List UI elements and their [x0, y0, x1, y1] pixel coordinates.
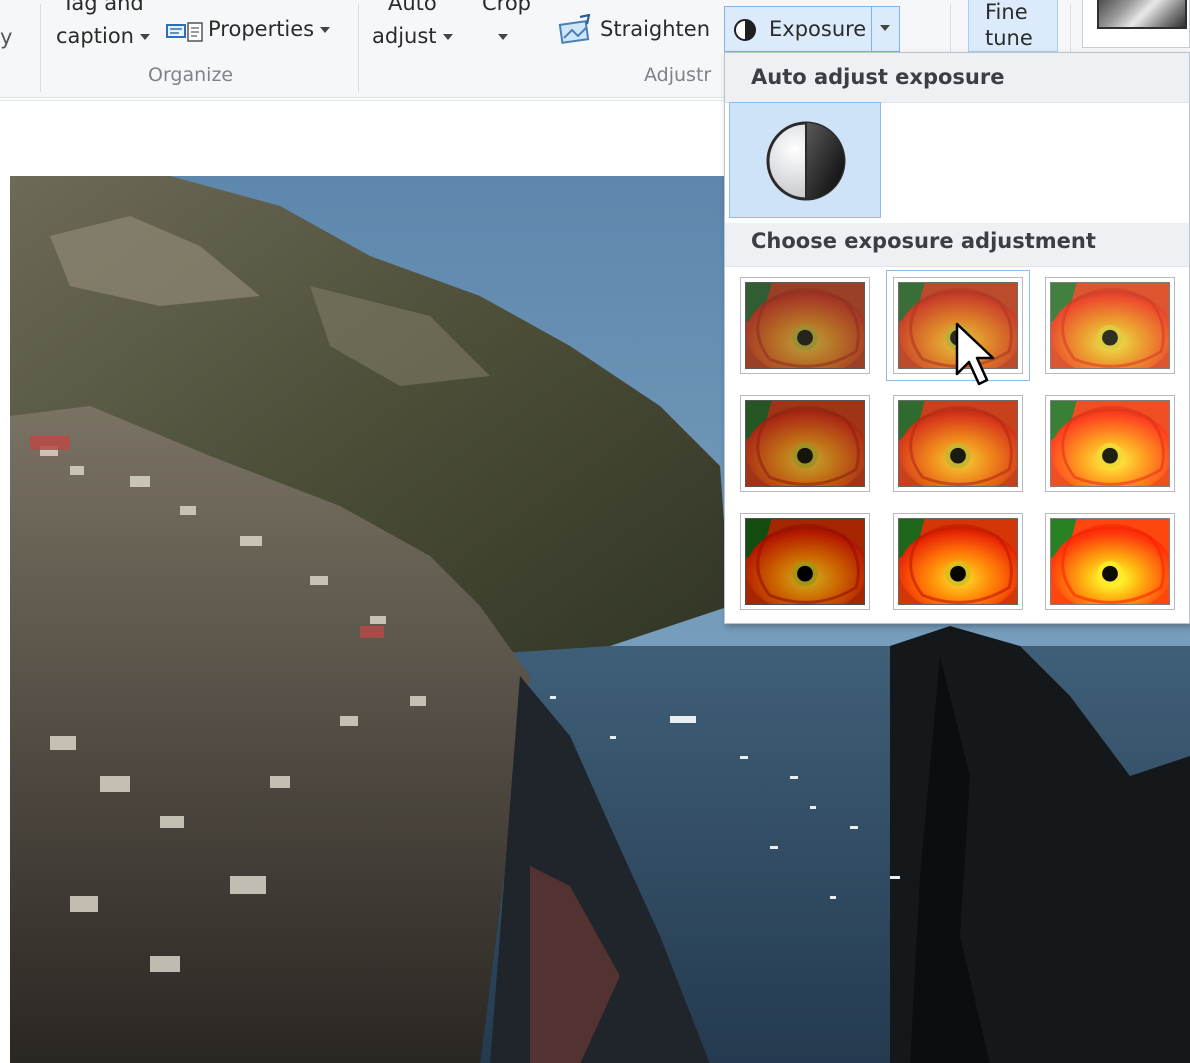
auto-adjust-exposure-header: Auto adjust exposure: [725, 53, 1189, 103]
chevron-down-icon: [880, 25, 890, 31]
ribbon-separator: [358, 4, 359, 92]
exposure-split-button[interactable]: Exposure: [724, 6, 900, 52]
tag-and-caption-button[interactable]: Tag and caption: [52, 0, 160, 52]
straighten-button[interactable]: Straighten: [556, 10, 720, 50]
exposure-preset-7[interactable]: [740, 513, 870, 610]
chevron-down-icon: [320, 27, 331, 33]
exposure-preset-9[interactable]: [1045, 513, 1175, 610]
fine-tune-line1: Fine: [985, 0, 1028, 24]
fine-tune-button[interactable]: Fine tune: [968, 0, 1058, 52]
chevron-down-icon: [442, 34, 453, 40]
auto-adjust-button[interactable]: Auto adjust: [366, 0, 462, 52]
exposure-preset-8[interactable]: [893, 513, 1023, 610]
properties-icon: [166, 22, 203, 42]
exposure-dropdown-arrow[interactable]: [871, 7, 899, 51]
flower-thumbnail: [1050, 518, 1170, 605]
straighten-label: Straighten: [600, 17, 711, 41]
auto-adjust-line1: Auto: [388, 0, 437, 15]
flower-thumbnail: [745, 400, 865, 487]
crop-button[interactable]: Crop: [476, 0, 542, 52]
ribbon-separator: [40, 4, 41, 92]
exposure-label: Exposure: [769, 17, 867, 41]
chevron-down-icon: [139, 34, 150, 40]
ribbon-cut-label: y: [0, 25, 13, 49]
tag-caption-line1: Tag and: [62, 0, 144, 15]
chevron-down-icon: [498, 34, 508, 40]
crop-label: Crop: [482, 0, 532, 15]
properties-label: Properties: [208, 17, 315, 41]
exposure-preset-5[interactable]: [893, 395, 1023, 492]
flower-thumbnail: [745, 518, 865, 605]
auto-adjust-exposure-tile[interactable]: [729, 102, 881, 218]
auto-adjust-exposure-label: Auto adjust exposure: [751, 65, 1005, 89]
exposure-half-circle-icon: [766, 121, 846, 201]
exposure-preset-3[interactable]: [1045, 277, 1175, 374]
tag-caption-line2: caption: [56, 24, 134, 48]
exposure-half-circle-icon: [734, 19, 756, 41]
auto-adjust-line2: adjust: [372, 24, 437, 48]
organize-group-label: Organize: [148, 64, 234, 86]
choose-exposure-header: Choose exposure adjustment: [725, 223, 1189, 267]
straighten-icon: [558, 14, 591, 44]
flower-thumbnail: [1050, 400, 1170, 487]
flower-thumbnail: [898, 518, 1018, 605]
choose-exposure-label: Choose exposure adjustment: [751, 229, 1096, 253]
mouse-pointer-icon: [955, 322, 995, 386]
image-thumbnail[interactable]: [1082, 0, 1190, 48]
exposure-preset-1[interactable]: [740, 277, 870, 374]
thumbnail-image: [1097, 0, 1187, 29]
exposure-preset-6[interactable]: [1045, 395, 1175, 492]
flower-thumbnail: [1050, 282, 1170, 369]
properties-button[interactable]: Properties: [164, 14, 340, 48]
flower-thumbnail: [898, 400, 1018, 487]
adjust-group-label: Adjustr: [644, 64, 712, 86]
flower-thumbnail: [745, 282, 865, 369]
exposure-preset-4[interactable]: [740, 395, 870, 492]
fine-tune-line2: tune: [985, 26, 1033, 50]
